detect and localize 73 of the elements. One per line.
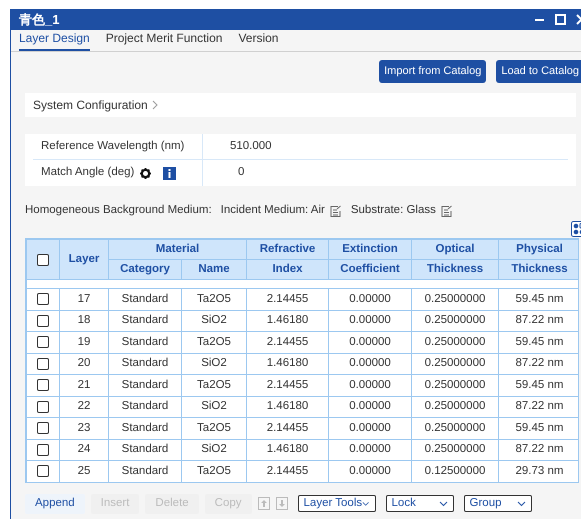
substrate-label: Substrate: Glass: [350, 203, 436, 218]
table-cell: 23: [60, 418, 108, 439]
column-header: Coefficient: [328, 260, 412, 280]
dropdown[interactable]: Lock: [386, 495, 454, 512]
tab[interactable]: Layer Design: [19, 29, 90, 51]
tab[interactable]: Project Merit Function: [106, 29, 222, 51]
table-cell: Ta2O5: [182, 418, 246, 439]
parameter-value: 510.000: [230, 138, 272, 154]
edit-note-icon[interactable]: [440, 204, 453, 218]
table-cell: Ta2O5: [182, 374, 246, 396]
table-cell: 2.14455: [246, 332, 328, 353]
checkbox[interactable]: [37, 444, 49, 456]
column-header: Layer: [60, 240, 108, 280]
column-header: Material: [108, 240, 246, 260]
table-cell: 0.00000: [328, 288, 412, 310]
checkbox[interactable]: [37, 293, 49, 306]
column-header: Name: [182, 260, 246, 280]
table-cell: 0.25000000: [412, 288, 498, 310]
table-cell: 17: [60, 288, 108, 310]
table-cell: 2.14455: [246, 288, 328, 310]
column-header: Thickness: [498, 260, 578, 280]
column-header: Extinction: [328, 240, 412, 260]
catalog-button[interactable]: Load to Catalog: [496, 60, 581, 83]
table-cell: Standard: [108, 332, 182, 353]
maximize-icon[interactable]: [555, 14, 566, 25]
table-cell: 2.14455: [246, 374, 328, 396]
window-title: 青色_1: [19, 10, 60, 29]
toolbar-button[interactable]: Append: [25, 494, 85, 514]
gear-icon[interactable]: [140, 168, 152, 178]
info-icon[interactable]: [163, 166, 176, 180]
checkbox[interactable]: [37, 400, 49, 413]
chevron-down-icon: [516, 500, 526, 506]
table-cell: 0.25000000: [412, 374, 498, 396]
dropdown[interactable]: Group: [464, 495, 532, 512]
incident-medium-label: Incident Medium: Air: [220, 203, 325, 218]
medium-label: Homogeneous Background Medium:: [25, 203, 212, 218]
table-cell: 0.25000000: [412, 332, 498, 353]
parameter-label: Reference Wavelength (nm): [41, 138, 184, 154]
column-header: Optical: [412, 240, 498, 260]
column-header: Refractive: [246, 240, 328, 260]
parameter-label: Match Angle (deg): [41, 165, 134, 180]
edit-note-icon[interactable]: [328, 204, 342, 218]
table-cell: 0.00000: [328, 418, 412, 439]
chevron-down-icon: [438, 500, 448, 506]
dropdown[interactable]: Layer Tools: [298, 495, 376, 512]
column-header: Index: [246, 260, 328, 280]
checkbox[interactable]: [37, 379, 49, 392]
table-cell: Ta2O5: [182, 332, 246, 353]
system-configuration-toggle[interactable]: System Configuration: [33, 96, 158, 114]
column-header: Physical: [498, 240, 578, 260]
checkbox[interactable]: [37, 465, 49, 478]
table-cell: Standard: [108, 288, 182, 310]
column-header: Thickness: [412, 260, 498, 280]
table-cell: 21: [60, 374, 108, 396]
checkbox[interactable]: [37, 314, 49, 327]
table-cell: Standard: [108, 418, 182, 439]
checkbox[interactable]: [37, 254, 49, 266]
column-header: Category: [108, 260, 182, 280]
checkbox[interactable]: [37, 358, 49, 370]
chevron-right-icon: [152, 100, 158, 110]
table-cell: Standard: [108, 374, 182, 396]
table-cell: 2.14455: [246, 418, 328, 439]
checkbox[interactable]: [37, 422, 49, 434]
tab[interactable]: Version: [238, 29, 278, 51]
table-cell: 0.00000: [328, 374, 412, 396]
table-cell: 0.25000000: [412, 418, 498, 439]
chevron-down-icon: [362, 500, 370, 506]
catalog-button[interactable]: Import from Catalog: [379, 60, 486, 83]
table-cell: Ta2O5: [182, 288, 246, 310]
parameter-value: 0: [238, 165, 244, 180]
checkbox[interactable]: [37, 336, 49, 348]
table-cell: 0.00000: [328, 332, 412, 353]
table-cell: 19: [60, 332, 108, 353]
